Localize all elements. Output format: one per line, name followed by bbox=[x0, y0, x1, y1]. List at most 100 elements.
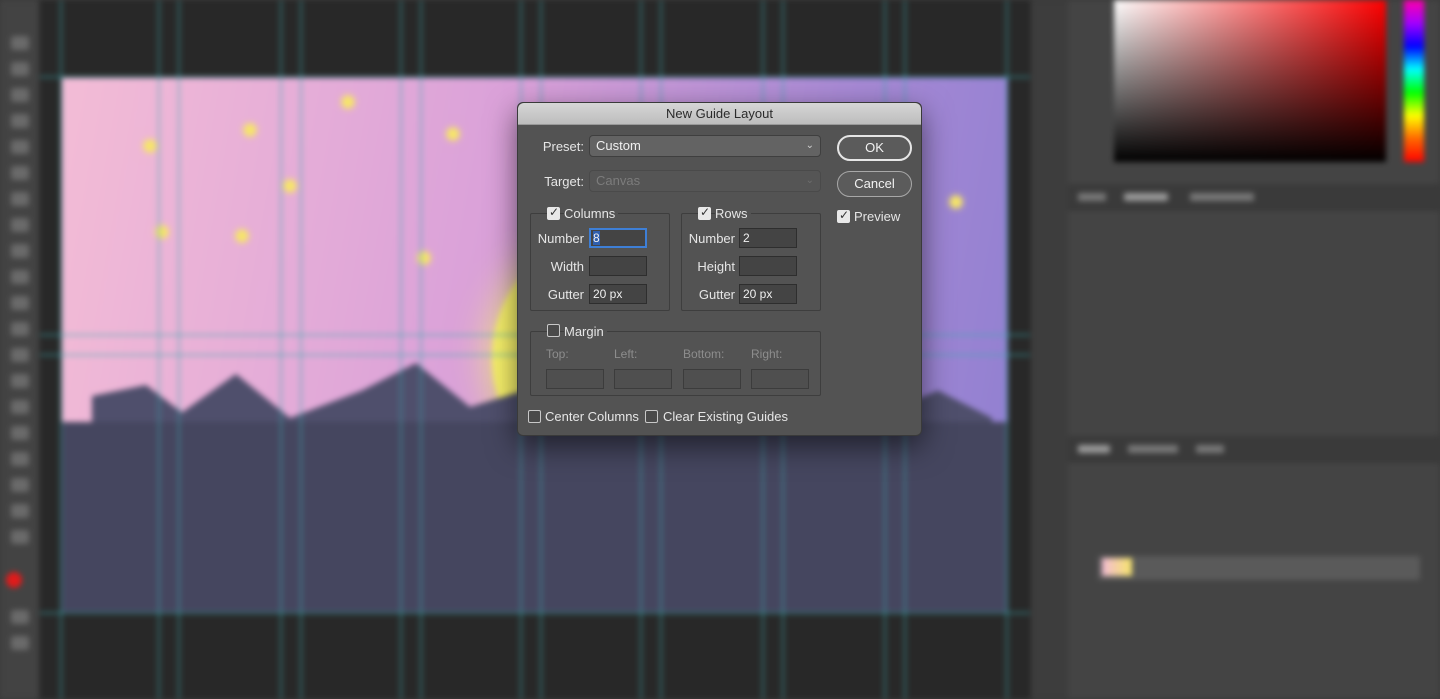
shape-tool-icon[interactable] bbox=[11, 478, 29, 492]
guide-line[interactable] bbox=[40, 76, 1030, 78]
rows-checkbox[interactable] bbox=[698, 205, 711, 220]
star-shape bbox=[244, 124, 256, 136]
center-columns-checkbox[interactable] bbox=[528, 410, 541, 423]
type-tool-icon[interactable] bbox=[11, 426, 29, 440]
columns-label: Columns bbox=[564, 206, 619, 221]
rows-gutter-label: Gutter bbox=[698, 287, 735, 302]
margin-left-label: Left: bbox=[614, 347, 638, 361]
center-columns-label: Center Columns bbox=[545, 409, 639, 424]
libraries-panel-tabs bbox=[1068, 184, 1440, 210]
gradient-tool-icon[interactable] bbox=[11, 322, 29, 336]
preview-label: Preview bbox=[854, 209, 901, 224]
select-tool-icon[interactable] bbox=[11, 114, 29, 128]
path-select-icon[interactable] bbox=[11, 452, 29, 466]
margin-checkbox[interactable] bbox=[547, 324, 560, 337]
columns-width-label: Width bbox=[550, 259, 584, 274]
hills-shape bbox=[62, 422, 1008, 612]
columns-number-value: 8 bbox=[593, 231, 600, 245]
guide-line[interactable] bbox=[178, 0, 180, 699]
zoom-tool-icon[interactable] bbox=[11, 530, 29, 544]
guide-line[interactable] bbox=[40, 612, 1030, 614]
rows-label: Rows bbox=[715, 206, 751, 221]
hue-slider[interactable] bbox=[1404, 0, 1424, 162]
margin-label: Margin bbox=[564, 324, 607, 339]
guide-line[interactable] bbox=[420, 0, 422, 699]
margin-top-input bbox=[546, 369, 604, 389]
panel-tab[interactable] bbox=[1196, 445, 1224, 453]
layer-thumbnail bbox=[1102, 558, 1132, 576]
columns-gutter-input[interactable]: 20 px bbox=[589, 284, 647, 304]
eyedropper-tool-icon[interactable] bbox=[11, 166, 29, 180]
chevron-down-icon: ⌄ bbox=[805, 175, 814, 186]
preset-value: Custom bbox=[596, 138, 641, 153]
star-shape bbox=[950, 196, 962, 208]
guide-line[interactable] bbox=[400, 0, 402, 699]
columns-width-input[interactable] bbox=[589, 256, 647, 276]
columns-checkbox[interactable] bbox=[547, 205, 560, 220]
layer-row[interactable] bbox=[1098, 556, 1420, 580]
preset-label: Preset: bbox=[542, 139, 584, 154]
star-shape bbox=[447, 128, 459, 140]
blur-tool-icon[interactable] bbox=[11, 348, 29, 362]
margin-bottom-input bbox=[683, 369, 741, 389]
dodge-tool-icon[interactable] bbox=[11, 374, 29, 388]
layers-panel-tabs bbox=[1068, 436, 1440, 462]
target-label: Target: bbox=[544, 174, 584, 189]
pen-tool-icon[interactable] bbox=[11, 400, 29, 414]
panel-tab[interactable] bbox=[1124, 193, 1168, 201]
tools-panel bbox=[0, 0, 40, 699]
target-value: Canvas bbox=[596, 173, 641, 188]
star-shape bbox=[236, 230, 248, 242]
marquee-tool-icon[interactable] bbox=[11, 62, 29, 76]
columns-number-input[interactable]: 8 bbox=[589, 228, 647, 248]
screen-mode-icon[interactable] bbox=[11, 636, 29, 650]
quick-mask-icon[interactable] bbox=[11, 610, 29, 624]
history-brush-icon[interactable] bbox=[11, 270, 29, 284]
lasso-tool-icon[interactable] bbox=[11, 88, 29, 102]
healing-tool-icon[interactable] bbox=[11, 192, 29, 206]
panel-tab[interactable] bbox=[1190, 193, 1254, 201]
columns-number-label: Number bbox=[537, 231, 584, 246]
guide-line[interactable] bbox=[1006, 0, 1008, 699]
panel-tab[interactable] bbox=[1128, 445, 1178, 453]
margin-right-input bbox=[751, 369, 809, 389]
ok-button[interactable]: OK bbox=[837, 135, 912, 161]
brush-tool-icon[interactable] bbox=[11, 218, 29, 232]
color-field[interactable] bbox=[1114, 0, 1386, 162]
clear-existing-guides-checkbox[interactable] bbox=[645, 410, 658, 423]
preset-dropdown[interactable]: Custom ⌄ bbox=[589, 135, 821, 157]
guide-line[interactable] bbox=[158, 0, 160, 699]
rows-height-input[interactable] bbox=[739, 256, 797, 276]
rows-number-input[interactable]: 2 bbox=[739, 228, 797, 248]
panel-tab[interactable] bbox=[1078, 445, 1110, 453]
crop-tool-icon[interactable] bbox=[11, 140, 29, 154]
hand-tool-icon[interactable] bbox=[11, 504, 29, 518]
guide-line[interactable] bbox=[300, 0, 302, 699]
columns-gutter-label: Gutter bbox=[547, 287, 584, 302]
margin-right-label: Right: bbox=[751, 347, 783, 361]
new-guide-layout-dialog: New Guide Layout Preset: Custom ⌄ Target… bbox=[517, 102, 922, 436]
foreground-color-swatch[interactable] bbox=[6, 572, 22, 588]
clear-existing-guides-label: Clear Existing Guides bbox=[663, 409, 788, 424]
margin-left-input bbox=[614, 369, 672, 389]
move-tool-icon[interactable] bbox=[11, 36, 29, 50]
margin-bottom-label: Bottom: bbox=[683, 347, 725, 361]
rows-gutter-input[interactable]: 20 px bbox=[739, 284, 797, 304]
guide-line[interactable] bbox=[280, 0, 282, 699]
star-shape bbox=[342, 96, 354, 108]
rows-height-label: Height bbox=[697, 259, 735, 274]
cancel-button[interactable]: Cancel bbox=[837, 171, 912, 197]
star-shape bbox=[144, 140, 156, 152]
panel-tab[interactable] bbox=[1078, 193, 1106, 201]
dialog-title: New Guide Layout bbox=[518, 103, 921, 125]
guide-line[interactable] bbox=[60, 0, 62, 699]
eraser-tool-icon[interactable] bbox=[11, 296, 29, 310]
stamp-tool-icon[interactable] bbox=[11, 244, 29, 258]
preview-checkbox[interactable] bbox=[837, 208, 850, 223]
margin-top-label: Top: bbox=[546, 347, 569, 361]
star-shape bbox=[284, 180, 296, 192]
rows-number-label: Number bbox=[688, 231, 735, 246]
target-dropdown: Canvas ⌄ bbox=[589, 170, 821, 192]
collapsed-panels-column bbox=[1030, 0, 1068, 699]
chevron-down-icon: ⌄ bbox=[805, 140, 814, 151]
